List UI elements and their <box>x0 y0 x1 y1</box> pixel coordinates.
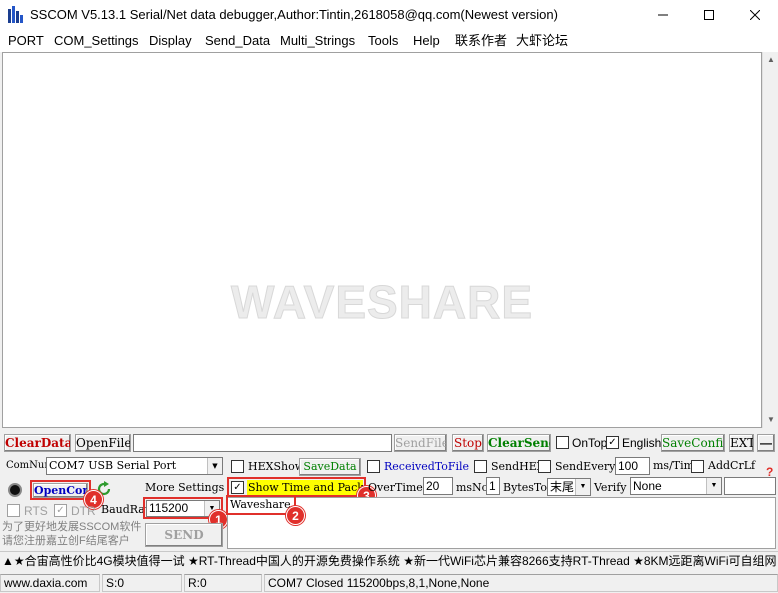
status-bar: www.daxia.com S:0 R:0 COM7 Closed 115200… <box>0 572 778 593</box>
status-port-state: COM7 Closed 115200bps,8,1,None,None <box>264 574 778 592</box>
bytes-to-value: 末尾 <box>550 480 575 494</box>
scroll-down-icon[interactable]: ▼ <box>763 412 778 428</box>
file-path-field[interactable] <box>133 434 392 452</box>
show-time-label: Show Time and Packe <box>247 480 363 495</box>
news-ticker[interactable]: ▲★合宙高性价比4G模块值得一试 ★RT-Thread中国人的开源免费操作系统 … <box>0 551 778 571</box>
english-label: English <box>622 436 662 450</box>
minimize-button[interactable] <box>640 0 686 30</box>
chevron-down-icon: ▼ <box>575 479 590 495</box>
send-every-unit: ms/Tim <box>653 459 695 472</box>
port-status-indicator-icon <box>8 483 22 497</box>
com-port-select[interactable]: COM7 USB Serial Port ▼ <box>46 457 223 475</box>
dtr-label: DTR <box>71 504 96 518</box>
chevron-down-icon: ▼ <box>706 478 721 494</box>
title-bar: SSCOM V5.13.1 Serial/Net data debugger,A… <box>0 0 778 30</box>
verify-result-field[interactable] <box>724 477 776 495</box>
news-ticker-text: ▲★合宙高性价比4G模块值得一试 ★RT-Thread中国人的开源免费操作系统 … <box>2 554 777 568</box>
baud-rate-select[interactable]: 115200 ▼ <box>146 500 220 517</box>
hex-show-checkbox[interactable] <box>231 460 244 473</box>
badge-2: 2 <box>286 506 305 525</box>
menu-tools[interactable]: Tools <box>368 32 398 50</box>
chevron-down-icon: ▼ <box>207 458 222 474</box>
menu-help[interactable]: Help <box>413 32 440 50</box>
collapse-button[interactable]: — <box>757 434 775 452</box>
promo-text[interactable]: 为了更好地发展SSCOM软件 请您注册嘉立创F结尾客户 <box>2 520 142 548</box>
receive-area[interactable]: WAVESHARE <box>2 52 762 428</box>
english-checkbox[interactable]: ✓ <box>606 436 619 449</box>
clear-data-button[interactable]: ClearData <box>4 434 71 452</box>
add-crlf-label: AddCrLf <box>708 459 756 472</box>
ext-button[interactable]: EXT <box>729 434 754 452</box>
verify-label: Verify <box>594 481 627 494</box>
on-top-label: OnTop <box>572 436 608 450</box>
save-data-button[interactable]: SaveData <box>299 458 361 476</box>
add-crlf-checkbox[interactable] <box>691 460 704 473</box>
window-title: SSCOM V5.13.1 Serial/Net data debugger,A… <box>30 7 558 22</box>
sscom-app-icon <box>8 6 24 23</box>
receive-scrollbar[interactable]: ▲ ▼ <box>762 52 778 428</box>
bytes-to-label: BytesTo <box>503 481 547 494</box>
open-file-button[interactable]: OpenFile <box>75 434 131 452</box>
menu-multi-strings[interactable]: Multi_Strings <box>280 32 355 50</box>
open-com-button[interactable]: OpenCom <box>33 483 88 498</box>
on-top-checkbox[interactable] <box>556 436 569 449</box>
scroll-up-icon[interactable]: ▲ <box>763 52 778 68</box>
status-website[interactable]: www.daxia.com <box>0 574 100 592</box>
received-to-file-label: ReceivedToFile <box>384 460 470 473</box>
bytes-to-select[interactable]: 末尾 ▼ <box>547 478 591 496</box>
no-input[interactable]: 1 <box>486 477 500 495</box>
rts-checkbox[interactable] <box>7 504 20 517</box>
overtime-label: OverTime: <box>368 481 427 494</box>
menu-port[interactable]: PORT <box>8 32 44 50</box>
verify-value: None <box>633 479 662 493</box>
send-hex-checkbox[interactable] <box>474 460 487 473</box>
clear-send-button[interactable]: ClearSend <box>487 434 551 452</box>
menu-send-data[interactable]: Send_Data <box>205 32 270 50</box>
send-text-area[interactable] <box>227 497 776 549</box>
send-hex-label: SendHEX <box>491 460 545 473</box>
send-every-label: SendEvery: <box>555 460 620 473</box>
rts-label: RTS <box>24 504 48 518</box>
menu-contact-author[interactable]: 联系作者 <box>455 32 507 50</box>
waveshare-watermark: WAVESHARE <box>230 276 534 329</box>
status-received-count: R:0 <box>184 574 262 592</box>
overtime-input[interactable]: 20 <box>423 477 453 495</box>
send-text-value: Waveshare <box>230 498 291 511</box>
overtime-unit: ms <box>456 481 473 494</box>
maximize-button[interactable] <box>686 0 732 30</box>
hex-show-label: HEXShow <box>248 460 305 473</box>
menu-com-settings[interactable]: COM_Settings <box>54 32 139 50</box>
stop-button[interactable]: Stop <box>452 434 484 452</box>
verify-select[interactable]: None ▼ <box>630 477 722 495</box>
send-every-input[interactable]: 100 <box>615 457 650 475</box>
send-every-checkbox[interactable] <box>538 460 551 473</box>
baud-rate-value: 115200 <box>149 501 189 515</box>
menu-display[interactable]: Display <box>149 32 192 50</box>
send-file-button[interactable]: SendFile <box>394 434 447 452</box>
menu-forum[interactable]: 大虾论坛 <box>516 32 568 50</box>
com-port-value: COM7 USB Serial Port <box>49 459 177 472</box>
send-button[interactable]: SEND <box>145 523 223 547</box>
more-settings-link[interactable]: More Settings <box>145 481 224 494</box>
close-button[interactable] <box>732 0 778 30</box>
show-time-checkbox[interactable]: ✓ <box>231 481 244 494</box>
menu-bar: PORT COM_Settings Display Send_Data Mult… <box>0 30 778 52</box>
status-sent-count: S:0 <box>102 574 182 592</box>
received-to-file-checkbox[interactable] <box>367 460 380 473</box>
dtr-checkbox[interactable]: ✓ <box>54 504 67 517</box>
save-config-button[interactable]: SaveConfig <box>661 434 725 452</box>
